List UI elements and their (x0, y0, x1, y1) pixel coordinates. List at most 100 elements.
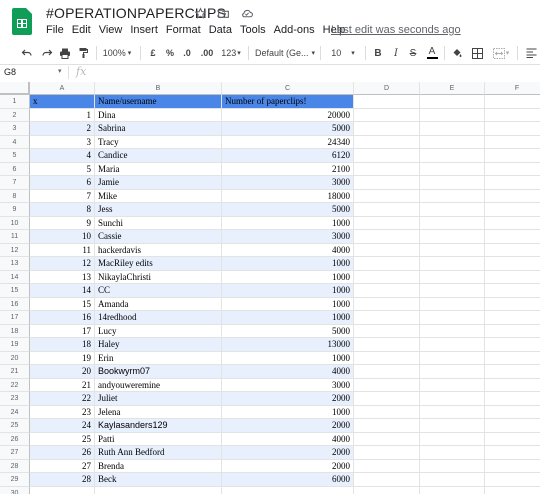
row-number[interactable]: 23 (0, 392, 30, 406)
cell-f[interactable] (485, 109, 540, 122)
cell-c[interactable] (222, 486, 354, 494)
row-number[interactable]: 14 (0, 270, 30, 284)
cell-paperclips[interactable]: 4000 (222, 432, 354, 446)
cell-d[interactable] (354, 135, 420, 149)
cell-e[interactable] (420, 473, 485, 487)
decrease-decimal-button[interactable]: .0 (180, 44, 194, 62)
row-number[interactable]: 3 (0, 122, 30, 136)
cell-d[interactable] (354, 392, 420, 406)
cell-d[interactable] (354, 176, 420, 190)
merge-cells-icon[interactable]: ▾ (490, 44, 512, 62)
cell-paperclips[interactable]: 2000 (222, 392, 354, 406)
cell-f[interactable] (485, 487, 540, 494)
cell-d[interactable] (354, 311, 420, 325)
cell-d[interactable] (354, 243, 420, 257)
cell-paperclips[interactable]: 3000 (222, 230, 354, 244)
italic-button[interactable]: I (390, 44, 402, 62)
row-number[interactable]: 18 (0, 324, 30, 338)
column-header-f[interactable]: F (485, 82, 540, 95)
column-header-e[interactable]: E (420, 82, 485, 95)
cell-e[interactable] (420, 459, 485, 473)
cell-f[interactable] (485, 217, 540, 230)
cell-f[interactable] (485, 136, 540, 149)
row-number[interactable]: 27 (0, 446, 30, 460)
cell-d[interactable] (354, 257, 420, 271)
cell-e[interactable] (420, 378, 485, 392)
cell-e[interactable] (420, 270, 485, 284)
column-header-d[interactable]: D (354, 82, 420, 95)
cell-e[interactable] (420, 311, 485, 325)
cell-e[interactable] (420, 405, 485, 419)
cell-index[interactable]: 14 (30, 284, 95, 298)
cell-index[interactable]: 16 (30, 311, 95, 325)
cell-e[interactable] (420, 162, 485, 176)
cell-d[interactable] (354, 473, 420, 487)
cell-paperclips[interactable]: 6120 (222, 149, 354, 163)
menu-addons[interactable]: Add-ons (274, 24, 315, 36)
row-number[interactable]: 15 (0, 284, 30, 298)
menu-tools[interactable]: Tools (240, 24, 266, 36)
cell-d[interactable] (354, 95, 420, 109)
cell-f[interactable] (485, 203, 540, 217)
cell-paperclips[interactable]: 3000 (222, 378, 354, 392)
cell-f[interactable] (485, 176, 540, 190)
cell-name[interactable]: CC (95, 284, 222, 298)
cell-d[interactable] (354, 419, 420, 433)
row-number[interactable]: 10 (0, 216, 30, 230)
cell-index[interactable]: 4 (30, 149, 95, 163)
more-formats-select[interactable]: 123 ▾ (219, 44, 243, 62)
cell-name[interactable]: 14redhood (95, 311, 222, 325)
cell-name[interactable]: Kaylasanders129 (95, 419, 222, 433)
cell-name[interactable]: Haley (95, 338, 222, 352)
cell-name[interactable]: Ruth Ann Bedford (95, 446, 222, 460)
row-number[interactable]: 16 (0, 297, 30, 311)
cell-paperclips[interactable]: 24340 (222, 135, 354, 149)
cell-d[interactable] (354, 162, 420, 176)
cell-f[interactable] (485, 244, 540, 257)
cell-e[interactable] (420, 432, 485, 446)
select-all-corner[interactable] (0, 82, 30, 95)
cell-d[interactable] (354, 338, 420, 352)
cell-f[interactable] (485, 311, 540, 325)
cell-d[interactable] (354, 122, 420, 136)
cell-paperclips[interactable]: 1000 (222, 257, 354, 271)
cell-d[interactable] (354, 216, 420, 230)
cell-d[interactable] (354, 270, 420, 284)
cell-index[interactable]: 20 (30, 365, 95, 379)
cell-paperclips[interactable]: 2000 (222, 419, 354, 433)
cell-index[interactable]: 27 (30, 459, 95, 473)
increase-decimal-button[interactable]: .00 (198, 44, 216, 62)
cell-d[interactable] (354, 230, 420, 244)
menu-format[interactable]: Format (166, 24, 201, 36)
cell-index[interactable]: 23 (30, 405, 95, 419)
cell-f[interactable] (485, 419, 540, 433)
cell-paperclips[interactable]: 5000 (222, 122, 354, 136)
paint-format-icon[interactable] (76, 44, 90, 62)
cell-e[interactable] (420, 149, 485, 163)
cell-f[interactable] (485, 365, 540, 379)
cell-e[interactable] (420, 176, 485, 190)
row-number[interactable]: 5 (0, 149, 30, 163)
cell-e[interactable] (420, 95, 485, 109)
cell-paperclips[interactable]: 3000 (222, 176, 354, 190)
cell-e[interactable] (420, 108, 485, 122)
font-family-select[interactable]: Default (Ge... ▾ (255, 44, 317, 62)
cell-e[interactable] (420, 446, 485, 460)
cell-name[interactable]: Erin (95, 351, 222, 365)
cell-paperclips[interactable]: 13000 (222, 338, 354, 352)
row-number[interactable]: 28 (0, 459, 30, 473)
cell-paperclips[interactable]: 20000 (222, 108, 354, 122)
cell-d[interactable] (354, 486, 420, 494)
cell-f[interactable] (485, 284, 540, 298)
cell-index[interactable]: 22 (30, 392, 95, 406)
cell-d[interactable] (354, 297, 420, 311)
cell-index[interactable]: 5 (30, 162, 95, 176)
cell-d[interactable] (354, 432, 420, 446)
cell-e[interactable] (420, 351, 485, 365)
cell-index[interactable]: 26 (30, 446, 95, 460)
last-edit-link[interactable]: Last edit was seconds ago (331, 24, 461, 36)
cell-index[interactable]: 12 (30, 257, 95, 271)
row-number[interactable]: 11 (0, 230, 30, 244)
cell-index[interactable]: 7 (30, 189, 95, 203)
cell-f[interactable] (485, 392, 540, 406)
